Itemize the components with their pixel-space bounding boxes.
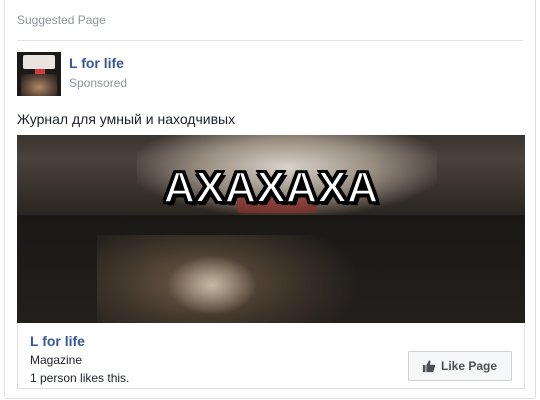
post-text: Журнал для умный и находчивых [17, 111, 236, 127]
image-kitten-highlight [167, 255, 257, 315]
card-header: Suggested Page [17, 0, 523, 41]
post-image[interactable]: АХАХАХА [17, 135, 525, 323]
thumbs-up-icon [422, 360, 436, 373]
attachment-page-name-link[interactable]: L for life [30, 333, 85, 349]
page-name-link[interactable]: L for life [69, 55, 124, 71]
like-page-button[interactable]: Like Page [408, 351, 512, 381]
header-label: Suggested Page [17, 13, 106, 27]
like-page-label: Like Page [441, 359, 498, 373]
avatar-image-body [21, 74, 57, 96]
image-caption: АХАХАХА [162, 162, 379, 213]
sponsored-label: Sponsored [69, 76, 128, 90]
avatar-image-top [23, 55, 55, 69]
page-attachment: L for life Magazine 1 person likes this.… [17, 323, 525, 389]
page-avatar[interactable] [17, 52, 61, 96]
suggested-page-card: Suggested Page L for life Sponsored Журн… [4, 0, 536, 399]
attachment-category: Magazine [30, 353, 83, 367]
attachment-likes-count: 1 person likes this. [30, 371, 130, 385]
